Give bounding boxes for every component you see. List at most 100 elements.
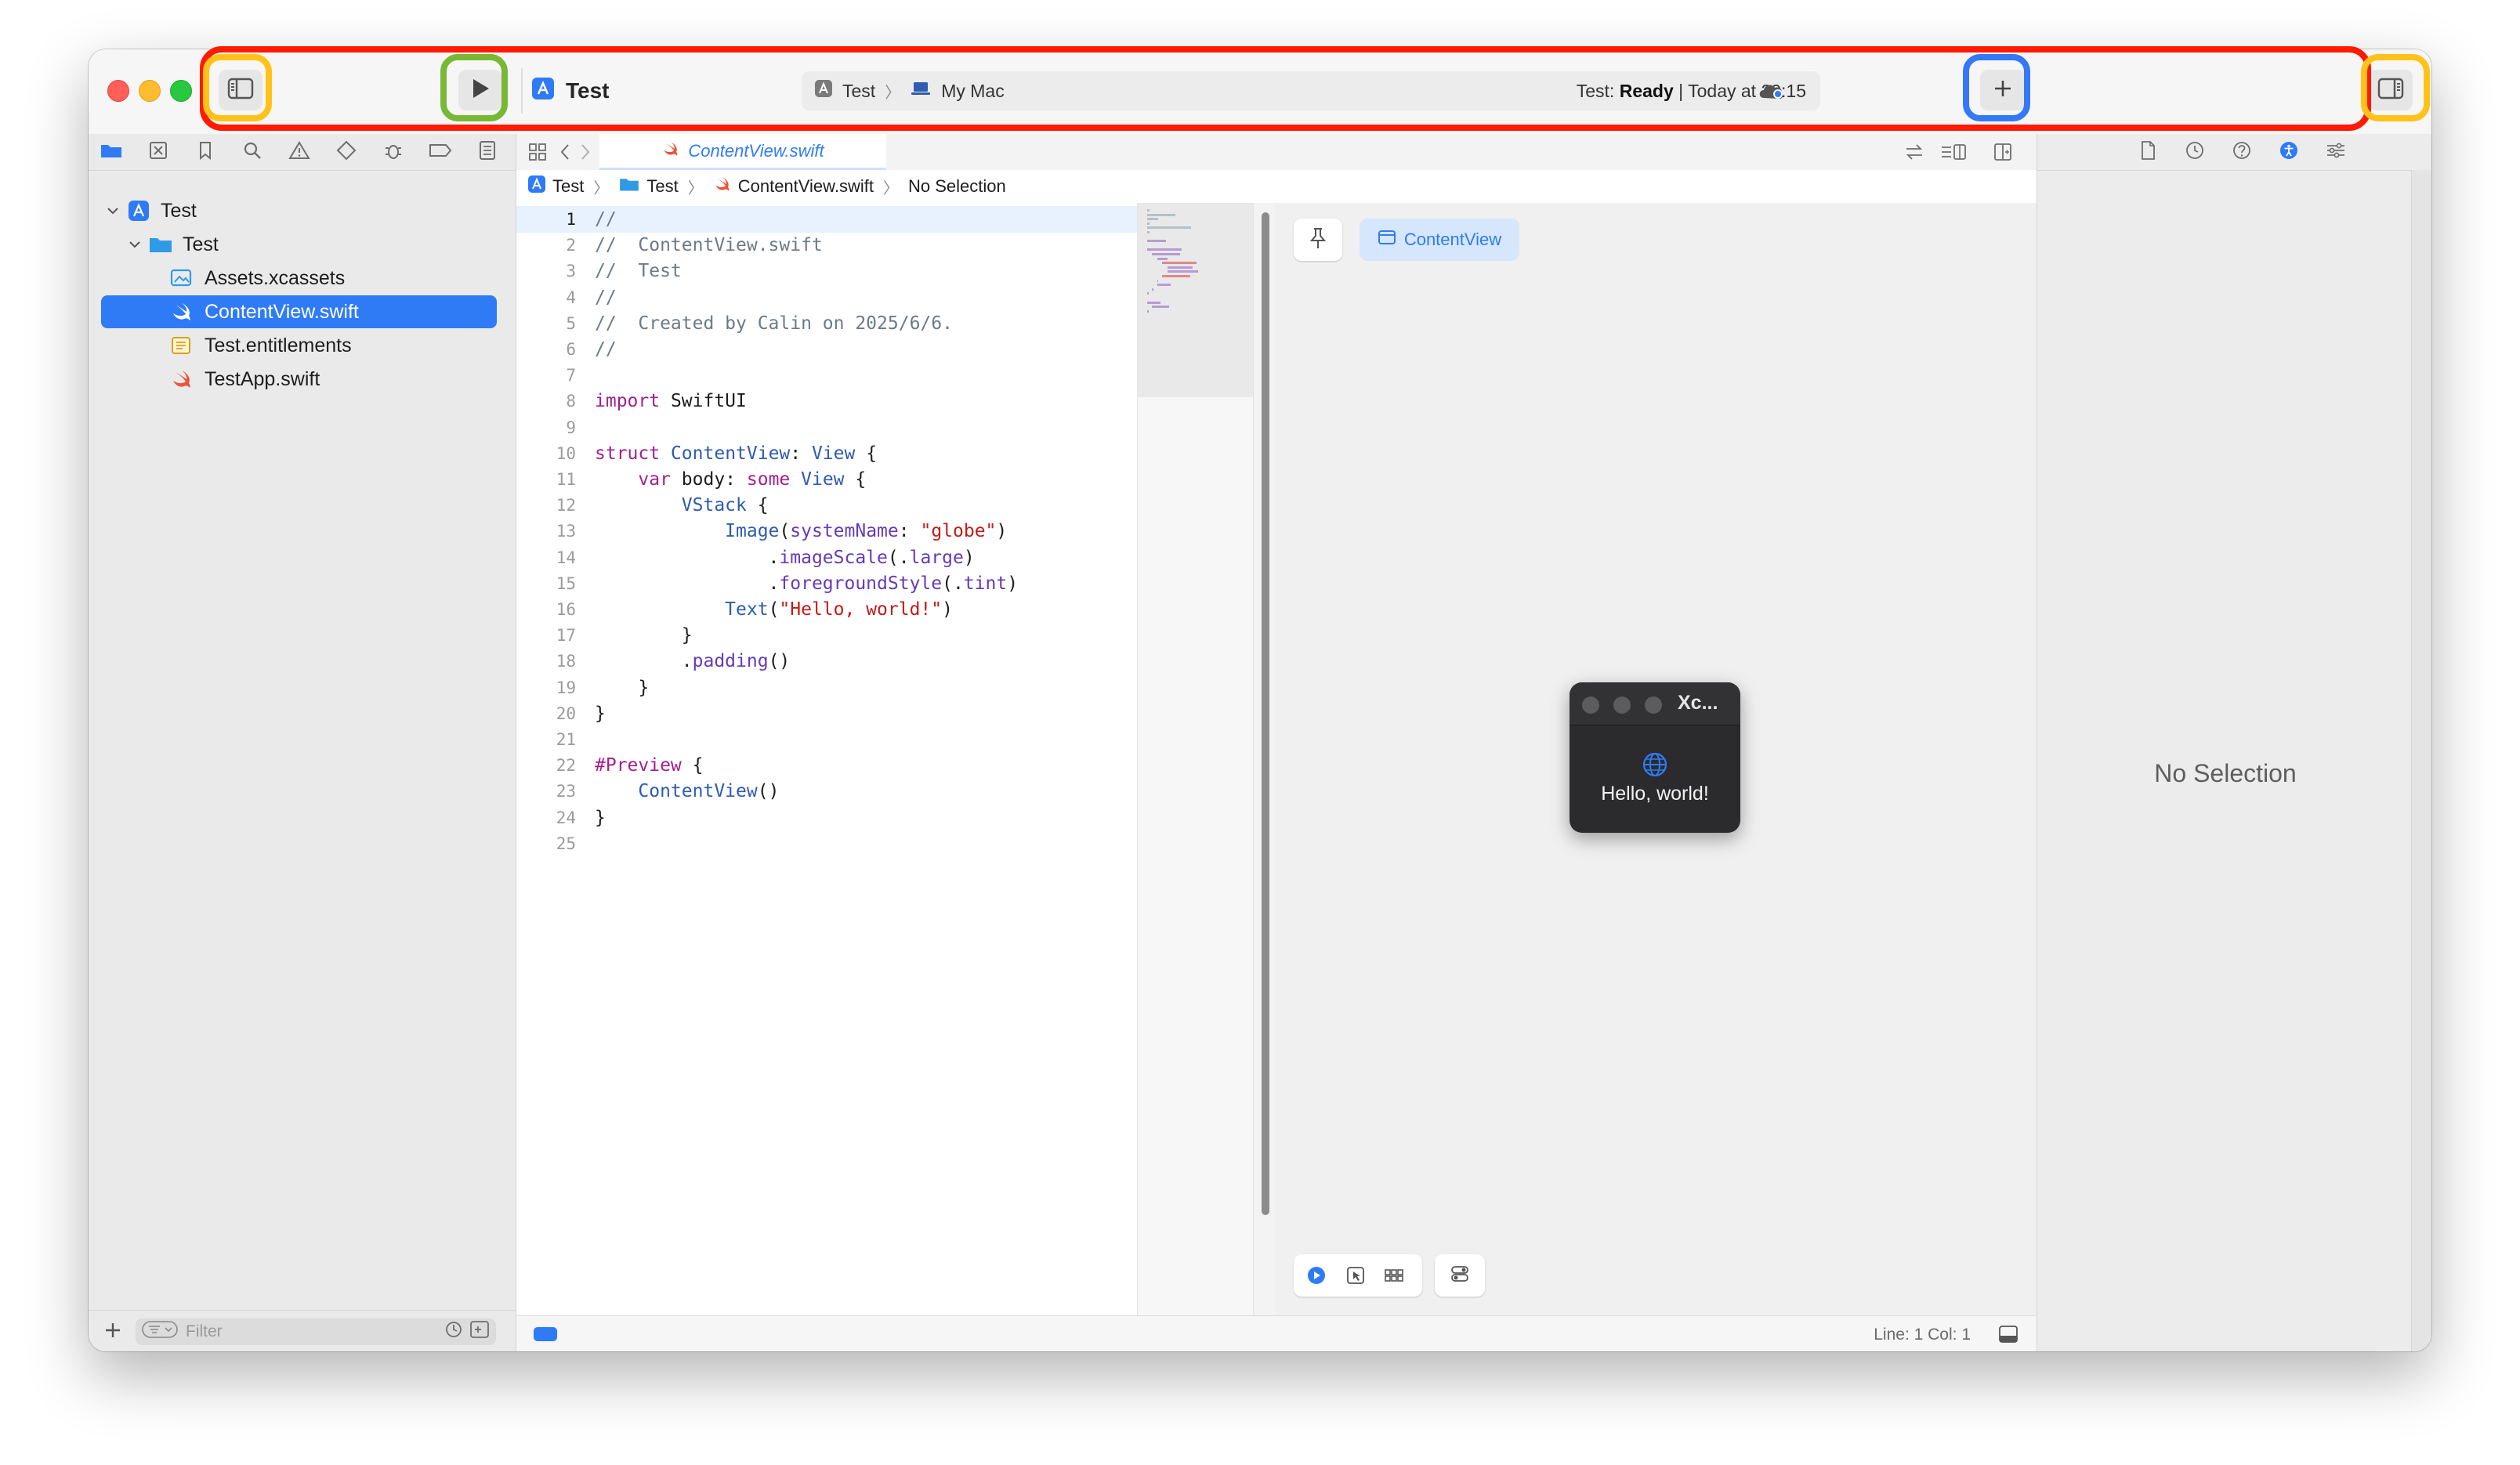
code-line[interactable]: 19 } [516, 675, 1137, 701]
tab-accessibility-inspector[interactable] [2276, 140, 2302, 164]
minimap-line [1157, 284, 1171, 287]
tab-quick-help[interactable] [2229, 140, 2255, 164]
code-line[interactable]: 17 } [516, 622, 1137, 649]
chevron-left-icon[interactable] [557, 142, 573, 166]
code-line[interactable]: 9 [516, 414, 1137, 441]
debug-area-indicator[interactable] [534, 1327, 557, 1341]
line-number: 10 [556, 443, 576, 463]
activity-bar[interactable]: Test 〉 My Mac Test: Ready | Today at 20:… [802, 71, 1820, 110]
tree-item-contentview[interactable]: ContentView.swift [101, 295, 497, 328]
selectable-mode-icon[interactable] [1345, 1265, 1366, 1290]
breadcrumb-separator-icon: 〉 [882, 179, 899, 197]
preview-app-window[interactable]: Xc... Hello, world! [1570, 682, 1740, 833]
code-line[interactable]: 16 Text("Hello, world!") [516, 596, 1137, 623]
split-editor-icon[interactable] [1993, 142, 2013, 166]
debug-area-toggle-icon[interactable] [1997, 1324, 2019, 1349]
code-line[interactable]: 1 // [516, 206, 1137, 233]
bookmark-icon [197, 140, 214, 165]
code-line[interactable]: 10 struct ContentView: View { [516, 440, 1137, 467]
minimize-window-button[interactable] [139, 80, 161, 102]
tab-find[interactable] [239, 140, 266, 164]
minimap-line [1152, 253, 1181, 255]
line-number: 15 [556, 573, 576, 593]
chevron-down-icon[interactable] [106, 204, 120, 218]
source-control-filter-icon[interactable] [469, 1320, 490, 1344]
tab-reports[interactable] [474, 140, 501, 164]
navigator-filter-field[interactable]: Filter [136, 1318, 496, 1345]
code-line[interactable]: 3 // Test [516, 258, 1137, 284]
library-button[interactable] [1980, 70, 2026, 110]
pin-preview-button[interactable] [1294, 219, 1342, 261]
editor-options-icon[interactable] [1939, 142, 1968, 166]
code-line[interactable]: 23 ContentView() [516, 778, 1137, 805]
code-line[interactable]: 6 // [516, 336, 1137, 363]
breadcrumb-separator-icon: 〉 [593, 179, 610, 197]
zoom-window-button[interactable] [170, 80, 192, 102]
code-line[interactable]: 15 .foregroundStyle(.tint) [516, 570, 1137, 597]
navigator-toggle-button[interactable] [219, 70, 262, 110]
tab-project-navigator[interactable] [98, 140, 125, 164]
editor-tab-contentview[interactable]: ContentView.swift [599, 134, 886, 170]
breadcrumb-group[interactable]: Test [618, 175, 679, 197]
inspector-toggle-button[interactable] [2369, 70, 2413, 110]
editor-scrollbar[interactable] [1253, 203, 1276, 1315]
grid-icon[interactable] [527, 142, 548, 166]
tab-source-control[interactable] [145, 140, 172, 164]
tree-item-testapp[interactable]: TestApp.swift [101, 363, 497, 396]
tab-history-inspector[interactable] [2181, 140, 2208, 164]
preview-chip[interactable]: ContentView [1360, 219, 1519, 261]
tab-tests[interactable] [333, 140, 360, 164]
tab-file-inspector[interactable] [2134, 140, 2161, 164]
code-line[interactable]: 13 Image(systemName: "globe") [516, 518, 1137, 544]
breadcrumb-file[interactable]: ContentView.swift [713, 175, 874, 197]
code-line[interactable]: 5 // Created by Calin on 2025/6/6. [516, 310, 1137, 337]
tree-item-project[interactable]: Test [101, 194, 497, 227]
breadcrumb-symbol[interactable]: No Selection [908, 176, 1006, 197]
minimap-visible-region[interactable] [1138, 203, 1254, 397]
tab-attributes-inspector[interactable] [2323, 140, 2349, 164]
run-button[interactable] [458, 70, 502, 110]
tree-item-entitlements[interactable]: Test.entitlements [101, 329, 497, 362]
chevron-right-icon[interactable] [578, 142, 593, 166]
variants-icon[interactable] [1383, 1265, 1405, 1290]
tab-debug[interactable] [380, 140, 407, 164]
filter-options[interactable] [444, 1320, 490, 1344]
line-number: 20 [556, 704, 576, 723]
cloud-icon[interactable] [1756, 78, 1787, 108]
inspector-scrollbar[interactable] [2411, 170, 2431, 1351]
tree-item-label: Test.entitlements [205, 334, 352, 356]
scrollbar-thumb[interactable] [1262, 212, 1269, 1215]
project-title[interactable]: Test [531, 73, 610, 109]
code-line[interactable]: 20} [516, 700, 1137, 727]
code-line[interactable]: 11 var body: some View { [516, 466, 1137, 493]
plus-icon[interactable] [103, 1320, 123, 1344]
chevron-down-icon[interactable] [128, 237, 142, 251]
code-line[interactable]: 21 [516, 726, 1137, 753]
minimap[interactable] [1137, 203, 1254, 1315]
tree-item-group[interactable]: Test [101, 228, 497, 261]
code-line[interactable]: 18 .padding() [516, 648, 1137, 675]
code-line[interactable]: 2 // ContentView.swift [516, 232, 1137, 259]
code-line[interactable]: 4 // [516, 284, 1137, 311]
close-window-button[interactable] [107, 80, 129, 102]
source-editor[interactable]: 1 // 2 // ContentView.swift 3 // Test 4 // 5 // C… [516, 203, 1137, 1315]
breadcrumb-project[interactable]: Test [527, 175, 584, 198]
preview-canvas[interactable]: ContentView Xc... Hello, world! [1275, 203, 2037, 1315]
tree-item-assets[interactable]: Assets.xcassets [101, 262, 497, 295]
live-preview-play-icon[interactable] [1306, 1265, 1327, 1290]
related-items-icon[interactable] [1903, 142, 1925, 166]
tab-issues[interactable] [286, 140, 313, 164]
code-line[interactable]: 12 VStack { [516, 492, 1137, 519]
code-line[interactable]: 25 [516, 830, 1137, 857]
recent-files-icon[interactable] [444, 1320, 463, 1344]
code-line[interactable]: 7 [516, 362, 1137, 389]
tab-bookmarks[interactable] [192, 140, 219, 164]
code-line[interactable]: 22 #Preview { [516, 752, 1137, 779]
device-settings-button[interactable] [1435, 1254, 1485, 1297]
code-line[interactable]: 24} [516, 805, 1137, 831]
tab-breakpoints[interactable] [427, 140, 454, 164]
device-settings-icon [1449, 1263, 1471, 1289]
scheme-selector[interactable]: Test 〉 My Mac [802, 79, 1005, 103]
code-line[interactable]: 8 import SwiftUI [516, 388, 1137, 414]
code-line[interactable]: 14 .imageScale(.large) [516, 544, 1137, 571]
